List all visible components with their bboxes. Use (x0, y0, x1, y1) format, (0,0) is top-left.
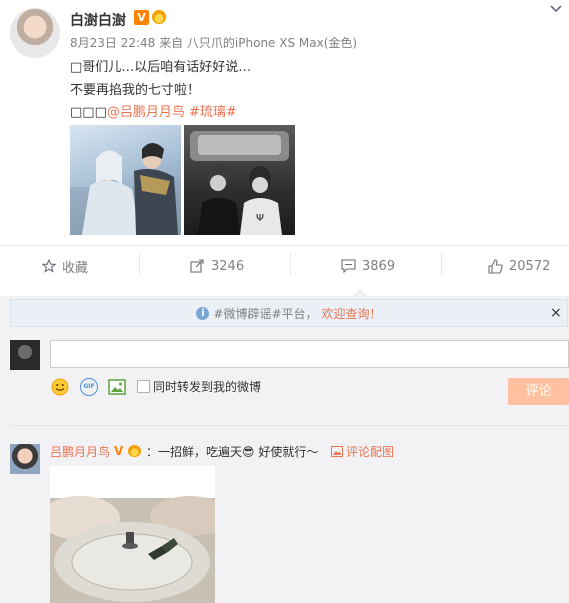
comment-image-label: 评论配图 (346, 445, 395, 459)
comment-button[interactable]: 3869 (341, 256, 395, 276)
submit-comment-button[interactable]: 评论 (508, 378, 569, 405)
post-image-car-photo[interactable]: Ψ (184, 125, 295, 235)
comment-image-link[interactable]: 评论配图 (331, 443, 394, 460)
gif-icon[interactable]: GIF (80, 378, 98, 396)
vip-badge-icon: V (134, 10, 149, 25)
post-meta: 8月23日 22:48 来自 八只爪的iPhone XS Max(金色) (70, 36, 358, 50)
like-count: 20572 (509, 258, 551, 274)
mention-link[interactable]: @吕鹏月月鸟 (107, 105, 185, 120)
divider (10, 425, 569, 426)
star-icon (42, 259, 56, 273)
smiley-icon[interactable] (51, 378, 69, 396)
action-separator (290, 253, 291, 275)
picture-icon (331, 446, 343, 457)
comment-text: ：一招鲜，吃遍天😎 好使就行～ (146, 445, 319, 459)
share-icon (190, 259, 204, 273)
member-crown-icon (128, 445, 141, 457)
notice-banner: i #微博辟谣#平台， 欢迎查询！ (10, 299, 568, 327)
thumbs-up-icon (488, 258, 503, 274)
comment-icon (341, 259, 356, 273)
my-avatar (10, 340, 40, 370)
repost-checkbox[interactable] (137, 380, 150, 393)
repost-checkbox-label: 同时转发到我的微博 (153, 380, 262, 394)
comment-image[interactable] (50, 466, 215, 603)
commenter-avatar[interactable] (10, 444, 40, 474)
close-icon[interactable]: × (550, 305, 562, 321)
post-text-line: □哥们儿…以后咱有话好好说… (70, 60, 252, 75)
image-icon[interactable] (108, 378, 126, 396)
post-image-drama-still[interactable] (70, 125, 181, 235)
verified-badge-icon: V (114, 444, 124, 458)
chevron-down-icon[interactable] (549, 2, 563, 16)
hashtag-link[interactable]: #琉璃# (189, 105, 237, 120)
divider (0, 245, 569, 246)
post-text-line: 不要再掐我的七寸啦！ (70, 83, 201, 98)
notice-link[interactable]: 欢迎查询！ (322, 305, 382, 322)
repost-button[interactable]: 3246 (190, 256, 244, 276)
info-icon: i (196, 306, 210, 320)
action-separator (441, 253, 442, 275)
comment-input[interactable] (50, 340, 569, 368)
favorite-button[interactable]: 收藏 (42, 256, 88, 276)
author-avatar[interactable] (10, 8, 60, 58)
comment-count: 3869 (362, 258, 396, 274)
post-text-line: □□□@吕鹏月月鸟 #琉璃# (70, 101, 237, 120)
repost-count: 3246 (211, 258, 245, 274)
member-crown-icon (152, 10, 166, 24)
favorite-label: 收藏 (62, 260, 89, 276)
commenter-name[interactable]: 吕鹏月月鸟 (50, 443, 110, 460)
action-separator (139, 253, 140, 275)
notice-text: #微博辟谣#平台， (213, 306, 318, 321)
like-button[interactable]: 20572 (488, 256, 550, 276)
svg-text:Ψ: Ψ (256, 213, 264, 224)
author-name[interactable]: 白澍白澍 (70, 10, 126, 30)
active-tab-pointer-fill (354, 291, 366, 297)
post-text-prefix: □□□ (70, 105, 107, 120)
